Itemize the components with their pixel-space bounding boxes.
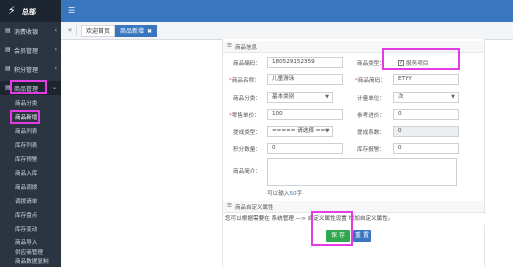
shortcode-label: *商品简码： <box>355 78 386 84</box>
submenu-label: 库存预警 <box>15 157 38 163</box>
tab-goods-add[interactable]: 商品新增 ✖ <box>115 25 158 37</box>
goods-form-panel: ☰ 商品信息 商品编码： 180529152359 商品类型： ✓ 服务项目 *… <box>222 39 486 267</box>
list-icon: ☰ <box>227 43 232 49</box>
close-icon[interactable]: ✖ <box>147 28 152 35</box>
section-title: 商品信息 <box>235 45 258 51</box>
submenu-label: 库存变动 <box>15 227 38 233</box>
submenu-item[interactable]: 商品入库 <box>0 167 61 179</box>
shortcode-input[interactable]: ETYY <box>393 74 459 85</box>
brand-header: ⚡ 总部 <box>0 0 61 22</box>
intro-label: 商品简介： <box>233 169 261 175</box>
intro-textarea[interactable] <box>267 158 457 186</box>
submenu-item[interactable]: 商品分类 <box>0 97 61 109</box>
points-icon: ▤ <box>5 65 11 72</box>
reset-button[interactable]: 重 置 <box>353 230 371 242</box>
price-input[interactable]: 100 <box>267 109 343 120</box>
sidebar-item-members[interactable]: ▤ 会员管理 ‹ <box>0 43 61 57</box>
shortcode-label-text: 商品简码： <box>357 78 386 84</box>
custom-attrs-info: 您可以根据需要在 系统管理 —> 自定义属性设置 增加自定义属性。 <box>225 214 486 225</box>
chevron-down-icon: ▼ <box>451 94 455 100</box>
tab-scroll-left-icon[interactable]: « <box>64 25 77 36</box>
top-bar: ☰ <box>61 0 513 22</box>
submenu-label: 商品调拨 <box>15 185 38 191</box>
points-label: 积分数量： <box>233 147 261 153</box>
type-label: 商品类型： <box>357 61 385 67</box>
price-label: *零售单价： <box>229 113 260 119</box>
submenu-label: 商品数据复制 <box>15 259 49 265</box>
unit-label: 计量单位： <box>357 96 385 102</box>
intro-hint-count: 50 <box>289 191 297 197</box>
cash-icon: ▤ <box>5 27 11 34</box>
member-icon: ▤ <box>5 46 11 53</box>
code-input[interactable]: 180529152359 <box>267 57 343 68</box>
chevron-left-icon: ‹ <box>54 65 57 72</box>
chevron-left-icon: ‹ <box>54 27 57 34</box>
brand-logo-icon: ⚡ <box>8 4 16 17</box>
category-select[interactable]: 基本类别 ▼ <box>267 92 333 103</box>
category-value: 基本类别 <box>272 94 295 100</box>
submenu-label: 商品导入 <box>15 240 38 246</box>
brand-title: 总部 <box>22 8 36 16</box>
highlight-goods-menu <box>10 80 47 94</box>
highlight-service-item <box>382 48 460 70</box>
category-label: 商品分类： <box>233 96 261 102</box>
points-input[interactable]: 0 <box>267 143 343 154</box>
stock-warn-input[interactable]: 0 <box>393 143 459 154</box>
sidebar-item-cashier[interactable]: ▤ 消费收银 ‹ <box>0 24 61 38</box>
commission-type-value: ===== 请选择 === <box>272 128 330 134</box>
price-label-text: 零售单价： <box>231 113 260 119</box>
stock-warn-label: 库存报警： <box>357 147 385 153</box>
unit-select[interactable]: 次 ▼ <box>393 92 459 103</box>
list-icon: ☰ <box>227 203 232 209</box>
chevron-down-icon: ▼ <box>325 94 329 100</box>
refprice-input[interactable]: 0 <box>393 109 459 120</box>
highlight-save <box>311 211 353 246</box>
highlight-goods-add <box>10 110 40 124</box>
sidebar: ⚡ 总部 ▤ 消费收银 ‹ ▤ 会员管理 ‹ ▤ 积分管理 ‹ ▤ 商品管理 ⌄… <box>0 0 61 267</box>
section-custom-attrs: ☰ 商品自定义属性 <box>223 201 484 213</box>
intro-hint-suffix: 字 <box>296 191 303 197</box>
submenu-label: 商品列表 <box>15 129 38 135</box>
refprice-label: 参考进价： <box>357 113 385 119</box>
submenu-label: 商品入库 <box>15 171 38 177</box>
intro-hint: 可以输入50字 <box>267 189 302 197</box>
sidebar-item-points[interactable]: ▤ 积分管理 ‹ <box>0 62 61 76</box>
chevron-left-icon: ‹ <box>54 46 57 53</box>
tab-label: 商品新增 <box>120 28 145 35</box>
submenu-label: 调拨请单 <box>15 199 38 205</box>
commission-type-select[interactable]: ===== 请选择 === ▼ <box>267 126 333 137</box>
commission-rate-input[interactable]: 0 <box>393 126 459 137</box>
submenu-item[interactable]: 商品列表 <box>0 125 61 137</box>
chevron-down-icon: ▼ <box>325 128 329 134</box>
unit-value: 次 <box>398 94 404 100</box>
name-label-text: 商品名称： <box>231 78 260 84</box>
submenu-item[interactable]: 商品数据复制 <box>0 255 61 267</box>
sidebar-item-label: 会员管理 <box>14 48 39 55</box>
submenu-label: 库存列表 <box>15 143 38 149</box>
intro-hint-prefix: 可以输入 <box>267 191 290 197</box>
section-title: 商品自定义属性 <box>235 205 274 211</box>
commission-rate-label: 提成系数： <box>357 130 385 136</box>
tab-label: 欢迎首页 <box>86 28 111 35</box>
sidebar-item-label: 积分管理 <box>14 67 39 74</box>
sidebar-item-label: 消费收银 <box>14 29 39 36</box>
submenu-item[interactable]: 库存列表 <box>0 139 61 151</box>
menu-toggle-icon[interactable]: ☰ <box>68 7 75 15</box>
submenu-item[interactable]: 库存盘点 <box>0 209 61 221</box>
submenu-item[interactable]: 库存变动 <box>0 223 61 235</box>
submenu-item[interactable]: 库存预警 <box>0 153 61 165</box>
code-label: 商品编码： <box>233 59 261 67</box>
name-input[interactable]: 儿童游泳 <box>267 74 343 85</box>
submenu-label: 库存盘点 <box>15 213 38 219</box>
code-label-text: 商品编码： <box>233 61 261 67</box>
tab-strip: « 欢迎首页 商品新增 ✖ <box>61 22 513 40</box>
commission-type-label: 提成类型： <box>233 130 261 136</box>
submenu-item[interactable]: 调拨请单 <box>0 195 61 207</box>
submenu-label: 商品分类 <box>15 101 38 107</box>
chevron-down-icon: ⌄ <box>51 84 57 91</box>
name-label: *商品名称： <box>229 78 260 84</box>
submenu-item[interactable]: 商品调拨 <box>0 181 61 193</box>
tab-welcome[interactable]: 欢迎首页 <box>81 25 116 37</box>
